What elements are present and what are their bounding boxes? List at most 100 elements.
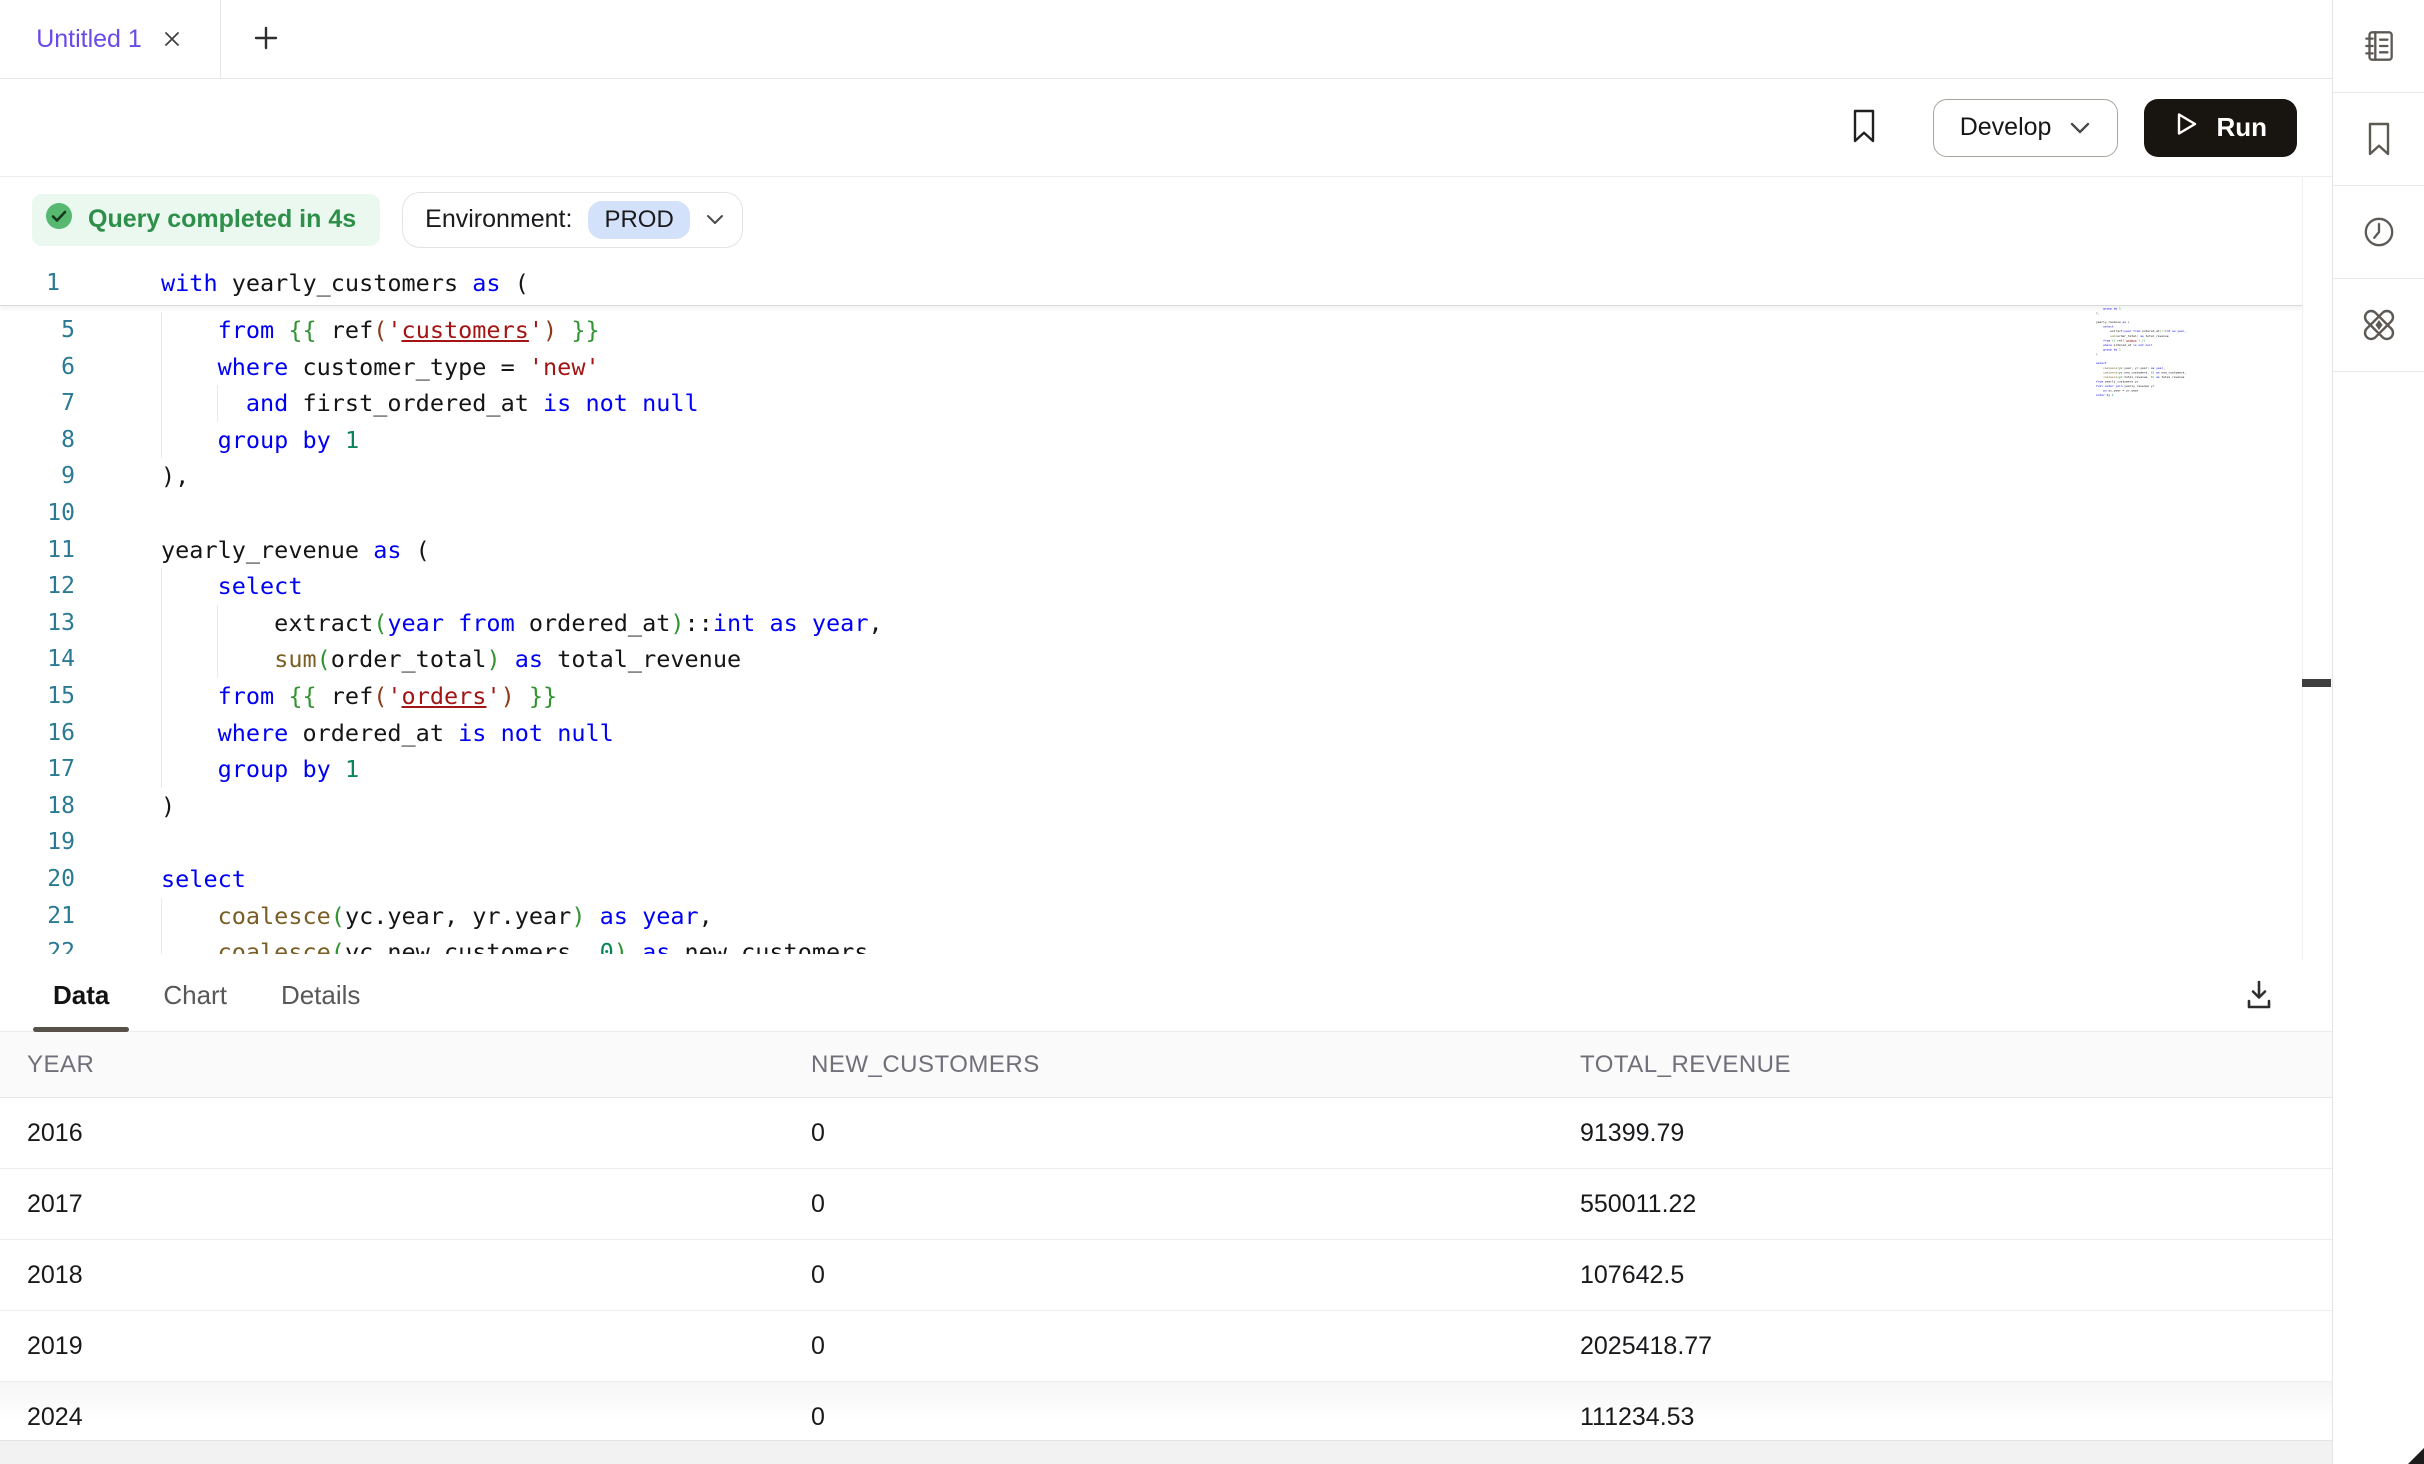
develop-button[interactable]: Develop: [1933, 99, 2119, 157]
history-icon: [2360, 213, 2398, 251]
code-line-9[interactable]: 9),: [0, 458, 2302, 495]
code-text: select: [2096, 325, 2114, 329]
sticky-scroll-line[interactable]: 1with yearly_customers as (: [0, 262, 2302, 306]
code-line-13[interactable]: 13 extract(year from ordered_at)::int as…: [0, 605, 2302, 642]
code-line-20[interactable]: 20select: [0, 861, 2302, 898]
results-panel: Data Chart Details YEARNEW_CUSTOMERSTOTAL_…: [0, 960, 2332, 1464]
close-icon[interactable]: [160, 27, 184, 51]
code-line-18[interactable]: 18): [0, 788, 2302, 825]
line-number: 21: [0, 898, 75, 935]
line-number: 7: [0, 385, 75, 422]
code-text: coalesce(yc.new_customers, 0) as new_cus…: [161, 934, 883, 954]
download-button[interactable]: [2240, 976, 2278, 1017]
code-text: ): [2096, 352, 2098, 356]
table-cell: 0: [811, 1332, 1580, 1361]
code-line-7[interactable]: 7 and first_ordered_at is not null: [0, 385, 2302, 422]
line-number: 12: [0, 568, 75, 605]
scrollbar-handle[interactable]: [2302, 679, 2331, 687]
code-text: from {{ ref('orders') }}: [161, 678, 557, 715]
code-line-1[interactable]: 1with yearly_customers as (: [0, 262, 2302, 305]
code-line-12[interactable]: 12 select: [0, 568, 2302, 605]
sidebar-button-compass-ai[interactable]: [2333, 279, 2424, 372]
table-cell: 550011.22: [1580, 1190, 2332, 1219]
table-row[interactable]: 20170550011.22: [0, 1169, 2332, 1240]
code-line-6[interactable]: 6 where customer_type = 'new': [0, 349, 2302, 386]
resize-grip[interactable]: [2408, 1448, 2424, 1464]
code-line-17[interactable]: 17 group by 1: [0, 751, 2302, 788]
horizontal-scrollbar[interactable]: [0, 1440, 2332, 1464]
check-circle-icon: [44, 201, 74, 238]
line-number: 18: [0, 788, 75, 825]
code-editor[interactable]: 1with yearly_customers as ( 5 from {{ re…: [0, 262, 2302, 960]
bookmark-button[interactable]: [1847, 107, 1881, 148]
editor-toolbar: Develop Run: [0, 79, 2332, 177]
table-cell: 0: [811, 1119, 1580, 1148]
environment-selector[interactable]: Environment: PROD: [402, 192, 743, 248]
code-line-14[interactable]: 14 sum(order_total) as total_revenue: [0, 641, 2302, 678]
code-text: from {{ ref('orders') }}: [2096, 339, 2146, 343]
sidebar-button-bookmark[interactable]: [2333, 93, 2424, 186]
column-header-total_revenue: TOTAL_REVENUE: [1580, 1051, 2332, 1079]
play-icon: [2174, 110, 2200, 145]
line-number: 8: [0, 422, 75, 459]
environment-label: Environment:: [425, 205, 572, 234]
app-root: Untitled 1 Develop: [0, 0, 2424, 1464]
notebook-icon: [2360, 27, 2398, 65]
line-number: 17: [0, 751, 75, 788]
code-text: group by 1: [161, 751, 359, 788]
code-text: ),: [161, 458, 189, 495]
line-number: 1: [0, 262, 60, 305]
table-cell: 0: [811, 1190, 1580, 1219]
editor-right-divider: [2302, 177, 2303, 960]
code-text: group by 1: [2096, 348, 2121, 352]
run-button[interactable]: Run: [2144, 99, 2297, 157]
sidebar-button-notebook[interactable]: [2333, 0, 2424, 93]
code-body[interactable]: 5 from {{ ref('customers') }}6 where cus…: [0, 306, 2302, 954]
code-text: on yc.year = yr.year: [2096, 389, 2138, 393]
line-number: 15: [0, 678, 75, 715]
code-line-8[interactable]: 8 group by 1: [0, 422, 2302, 459]
table-row[interactable]: 2016091399.79: [0, 1098, 2332, 1169]
table-body: 2016091399.7920170550011.2220180107642.5…: [0, 1098, 2332, 1440]
table-row[interactable]: 201902025418.77: [0, 1311, 2332, 1382]
column-header-year: YEAR: [27, 1051, 811, 1079]
code-line-15[interactable]: 15 from {{ ref('orders') }}: [0, 678, 2302, 715]
tab-untitled-1[interactable]: Untitled 1: [0, 0, 221, 78]
sidebar-button-history[interactable]: [2333, 186, 2424, 279]
code-line-21[interactable]: 21 coalesce(yc.year, yr.year) as year,: [0, 898, 2302, 935]
code-line-11[interactable]: 11yearly_revenue as (: [0, 532, 2302, 569]
code-text: yearly_revenue as (: [161, 532, 430, 569]
code-line-22[interactable]: 22 coalesce(yc.new_customers, 0) as new_…: [0, 934, 2302, 954]
code-line-16[interactable]: 16 where ordered_at is not null: [0, 715, 2302, 752]
code-text: full outer join yearly_revenue yr: [2096, 384, 2154, 388]
line-number: 16: [0, 715, 75, 752]
tab-details[interactable]: Details: [281, 960, 360, 1031]
main-content: Untitled 1 Develop: [0, 0, 2332, 1464]
right-icon-sidebar: [2332, 0, 2424, 1464]
code-line-5[interactable]: 5 from {{ ref('customers') }}: [0, 312, 2302, 349]
tab-title: Untitled 1: [36, 25, 142, 54]
table-cell: 2018: [27, 1261, 811, 1290]
code-text: select: [161, 861, 246, 898]
code-text: order by 1: [2096, 393, 2114, 397]
code-text: extract(year from ordered_at)::int as ye…: [161, 605, 883, 642]
table-cell: 2017: [27, 1190, 811, 1219]
code-text: and first_ordered_at is not null: [161, 385, 699, 422]
table-row[interactable]: 20240111234.53: [0, 1382, 2332, 1440]
code-text: coalesce(yc.year, yr.year) as year,: [2096, 366, 2165, 370]
code-line-19[interactable]: 19: [0, 824, 2302, 861]
code-text: extract(year from ordered_at)::int as ye…: [2096, 329, 2186, 333]
column-header-new_customers: NEW_CUSTOMERS: [811, 1051, 1580, 1079]
code-text: where ordered_at is not null: [161, 715, 614, 752]
compass-ai-icon: [2359, 305, 2399, 345]
environment-value-chip: PROD: [588, 201, 689, 239]
table-cell: 111234.53: [1580, 1403, 2332, 1432]
table-cell: 2019: [27, 1332, 811, 1361]
code-text: coalesce(yc.new_customers, 0) as new_cus…: [2096, 371, 2186, 375]
tab-chart[interactable]: Chart: [163, 960, 227, 1031]
new-tab-button[interactable]: [251, 0, 281, 78]
table-row[interactable]: 20180107642.5: [0, 1240, 2332, 1311]
code-line-10[interactable]: 10: [0, 495, 2302, 532]
tab-data[interactable]: Data: [53, 960, 109, 1031]
line-number: 6: [0, 349, 75, 386]
